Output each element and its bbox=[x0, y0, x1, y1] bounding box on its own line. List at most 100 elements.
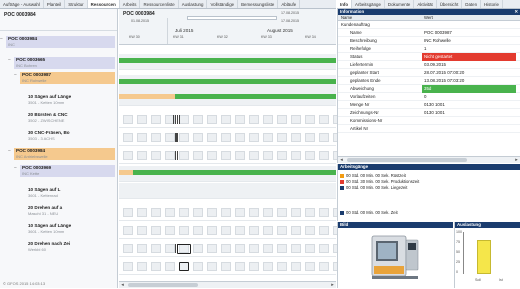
gantt-slot bbox=[207, 262, 217, 271]
left-tab[interactable]: Struktur bbox=[65, 0, 88, 8]
info-key: Menge Nr bbox=[350, 102, 370, 107]
left-tab[interactable]: Ressourcenliste bbox=[140, 0, 179, 8]
left-tab[interactable]: Arbeits bbox=[120, 0, 141, 8]
gantt-slot bbox=[123, 262, 133, 271]
gantt-bar-planned[interactable] bbox=[119, 94, 175, 99]
scroll-thumb[interactable] bbox=[128, 283, 198, 287]
machine-image-panel: Bild bbox=[337, 222, 453, 288]
gantt-operation-mark[interactable] bbox=[175, 115, 176, 124]
gantt-bar-planned[interactable] bbox=[119, 170, 133, 175]
gantt-bar-progress[interactable] bbox=[119, 58, 336, 63]
info-row[interactable]: Beschreibung INC Rohwelle bbox=[338, 37, 520, 45]
info-row[interactable]: Abweichung 35d bbox=[338, 85, 520, 93]
right-tab[interactable]: Info bbox=[337, 0, 353, 8]
left-tab[interactable]: Bemessungsliste bbox=[238, 0, 279, 8]
left-tab[interactable]: Vollständige bbox=[207, 0, 239, 8]
gantt-operation-mark[interactable] bbox=[175, 244, 176, 253]
tree-node[interactable]: − POC 0003665 INC Bohren bbox=[8, 57, 115, 69]
gantt-slot bbox=[305, 115, 315, 124]
gantt-slot bbox=[235, 115, 245, 124]
tree-node[interactable]: 20 Bürsten & CNC 3502 - ZWISCHENE bbox=[26, 112, 115, 124]
collapse-icon[interactable]: − bbox=[8, 148, 11, 155]
right-tab[interactable]: Daten bbox=[462, 0, 482, 8]
collapse-icon[interactable]: − bbox=[14, 72, 17, 79]
info-row[interactable]: Name POC 0003987 bbox=[338, 29, 520, 37]
gantt-operation-mark[interactable] bbox=[173, 115, 174, 124]
info-row[interactable]: geplantes Ende 13.08.2015 07:03:20 bbox=[338, 77, 520, 85]
right-tab[interactable]: Dokumente bbox=[385, 0, 415, 8]
collapse-icon[interactable]: − bbox=[0, 36, 3, 43]
gantt-row bbox=[119, 75, 336, 91]
util-panel-title: Auslastung bbox=[455, 222, 520, 228]
gantt-operation-box[interactable] bbox=[177, 244, 191, 254]
util-x-label: Ist bbox=[499, 278, 503, 282]
left-tab[interactable]: Ressourcen bbox=[87, 0, 120, 8]
tree-node[interactable]: − POC 0003984 INC bbox=[0, 36, 115, 48]
right-tab[interactable]: Übersicht bbox=[437, 0, 463, 8]
gantt-slot bbox=[235, 151, 245, 160]
tree-node[interactable]: − POC 0003987 INC Rohwelle bbox=[14, 72, 115, 84]
gantt-hscrollbar[interactable]: ◂ ▸ bbox=[119, 281, 336, 288]
tree-node[interactable]: − POC 0003984 INC Antriebswelle bbox=[8, 148, 115, 160]
gantt-operation-mark[interactable] bbox=[177, 133, 178, 142]
right-tabbar: Info Arbeitsgänge Dokumente Aktivität Übersi… bbox=[337, 0, 520, 9]
left-tab[interactable]: Planteil bbox=[44, 0, 66, 8]
tree-node[interactable]: 20 Drehen nach Zei Werkbl 60 bbox=[26, 241, 115, 253]
right-tab[interactable]: Aktivität bbox=[414, 0, 437, 8]
gantt-row bbox=[119, 241, 343, 257]
left-tabbar: Aufträge - Auswahl Planteil Struktur Ressou… bbox=[0, 0, 336, 9]
info-row[interactable]: Reihefolge 1 bbox=[338, 45, 520, 53]
gantt-slot bbox=[291, 133, 301, 142]
tree-node[interactable]: 20 Drehen auf a Maschi 31 - NEU bbox=[26, 205, 115, 217]
gantt-bar-progress[interactable] bbox=[119, 79, 336, 84]
info-hscrollbar[interactable]: ◂ ▸ bbox=[338, 156, 520, 163]
right-tab[interactable]: Arbeitsgänge bbox=[352, 0, 385, 8]
legend-swatch bbox=[340, 185, 344, 190]
gantt-bar-progress[interactable] bbox=[133, 170, 336, 175]
gantt-slot bbox=[291, 262, 301, 271]
gantt-slot bbox=[193, 115, 203, 124]
gantt-row bbox=[119, 130, 343, 146]
gantt-slot bbox=[137, 115, 147, 124]
scroll-right-icon[interactable]: ▸ bbox=[513, 157, 520, 164]
info-value: Nicht gestartet bbox=[422, 53, 516, 61]
info-row[interactable]: Kommissions-Nr bbox=[338, 117, 520, 125]
tree-node[interactable]: 10 Sägen auf L 3601 - Kettenrad bbox=[26, 187, 115, 199]
info-row[interactable]: Artikel Nr bbox=[338, 125, 520, 133]
gantt-operation-mark[interactable] bbox=[175, 151, 176, 160]
left-tab[interactable]: Aufträge - Auswahl bbox=[0, 0, 44, 8]
info-value: 0130 1001 bbox=[424, 110, 445, 115]
left-tab[interactable]: Abläufe bbox=[278, 0, 301, 8]
right-tab[interactable]: Historie bbox=[481, 0, 503, 8]
gantt-slot bbox=[137, 226, 147, 235]
info-row[interactable]: Status Nicht gestartet bbox=[338, 53, 520, 61]
gantt-slot bbox=[151, 244, 161, 253]
info-row[interactable]: Zeichnungs-Nr 0130 1001 bbox=[338, 109, 520, 117]
gantt-operation-mark[interactable] bbox=[177, 115, 178, 124]
tree-node[interactable]: 10 Sägen auf Länge 3601 - Ketten 10mm bbox=[26, 223, 115, 235]
collapse-icon[interactable]: − bbox=[8, 57, 11, 64]
gantt-operation-mark[interactable] bbox=[179, 115, 180, 124]
gantt-operation-box[interactable] bbox=[179, 262, 189, 271]
gantt-slot bbox=[193, 226, 203, 235]
tree-node[interactable]: 30 CNC-Fräsen, Bo 3503 - 3 ACHS bbox=[26, 130, 115, 142]
scroll-thumb[interactable] bbox=[347, 158, 467, 162]
info-row[interactable]: Liefertermin 03.09.2015 bbox=[338, 61, 520, 69]
gantt-slot bbox=[291, 151, 301, 160]
info-group-row[interactable]: Kundenauftrag bbox=[338, 21, 520, 29]
info-row[interactable]: Menge Nr 0130 1001 bbox=[338, 101, 520, 109]
tree-node[interactable]: − POC 0003969 INC Kette bbox=[14, 165, 115, 177]
info-row[interactable]: geplanter Start 28.07.2015 07:00:20 bbox=[338, 69, 520, 77]
tree-node[interactable]: 10 Sägen auf Länge 3501 - Ketten 10mm bbox=[26, 94, 115, 106]
left-tab[interactable]: Auslastung bbox=[179, 0, 208, 8]
gantt-operation-mark[interactable] bbox=[177, 151, 178, 160]
gantt-slot bbox=[165, 133, 175, 142]
info-row[interactable]: Vorlaufzeiten 0 bbox=[338, 93, 520, 101]
tree-node-subtitle: INC Antriebswelle bbox=[16, 153, 48, 159]
gantt-bar-progress[interactable] bbox=[175, 94, 336, 99]
collapse-icon[interactable]: − bbox=[14, 165, 17, 172]
scroll-left-icon[interactable]: ◂ bbox=[338, 157, 345, 164]
gantt-slot bbox=[235, 208, 245, 217]
tree-node-subtitle: INC bbox=[8, 41, 15, 47]
gantt-title: POC 0003984 bbox=[123, 11, 155, 17]
